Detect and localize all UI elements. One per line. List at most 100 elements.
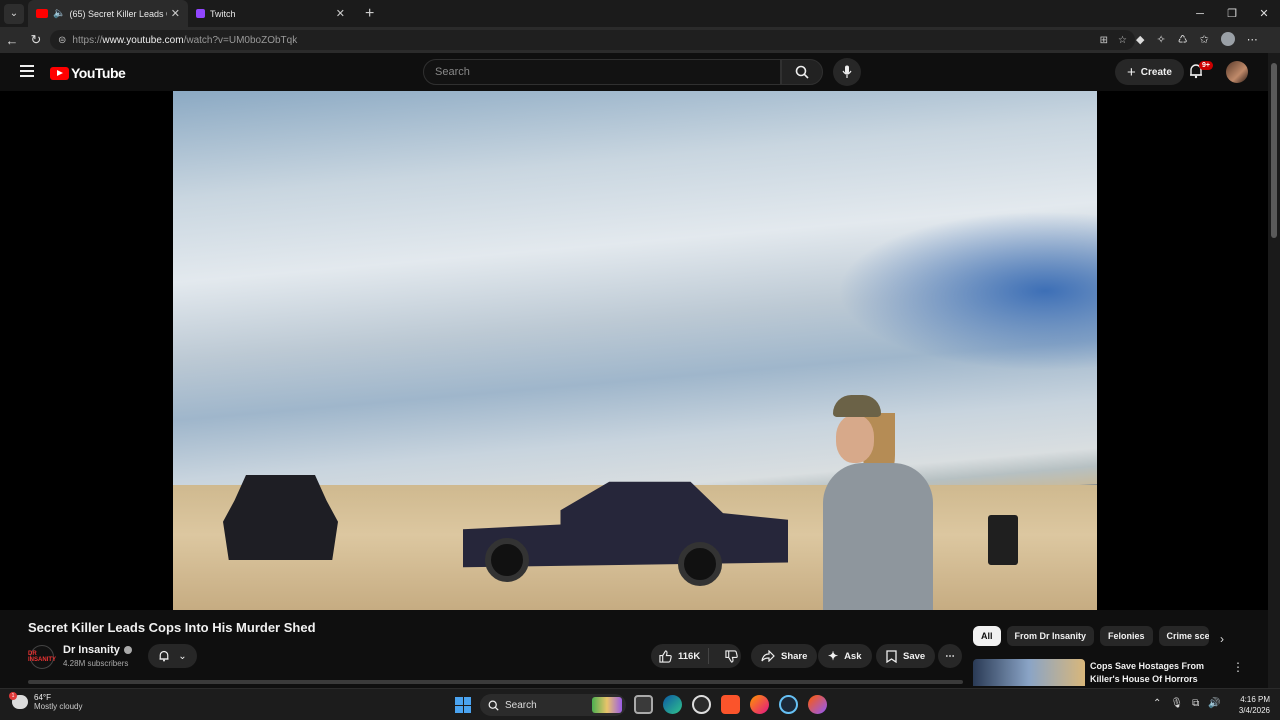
thumbs-up-icon bbox=[659, 649, 672, 663]
edge-icon[interactable] bbox=[663, 695, 682, 714]
tab-youtube[interactable]: 🔈 (65) Secret Killer Leads Cops Into His… bbox=[28, 0, 188, 27]
video-wheel bbox=[485, 538, 529, 582]
browser-essentials-icon[interactable]: ♺ bbox=[1178, 33, 1188, 46]
youtube-logo[interactable]: YouTube bbox=[50, 65, 126, 81]
tab-list-button[interactable]: ⌄ bbox=[4, 3, 24, 24]
search-highlight-icon bbox=[592, 697, 622, 713]
tab-twitch[interactable]: Twitch ✕ bbox=[188, 0, 353, 27]
verified-icon bbox=[123, 646, 132, 654]
new-tab-icon[interactable]: + bbox=[365, 5, 374, 23]
more-menu-icon[interactable]: ⋯ bbox=[1247, 33, 1258, 46]
channel-avatar[interactable]: DR INSANITY bbox=[28, 645, 56, 669]
like-button[interactable]: 116K bbox=[651, 648, 710, 664]
weather-widget[interactable]: 1 64°F Mostly cloudy bbox=[9, 692, 82, 711]
minimize-icon[interactable]: ─ bbox=[1184, 0, 1216, 27]
taskbar-search[interactable]: Search bbox=[480, 694, 626, 716]
chip-felonies[interactable]: Felonies bbox=[1100, 626, 1153, 646]
voice-search-button[interactable] bbox=[833, 58, 861, 86]
video-barrel bbox=[988, 515, 1018, 565]
extension-icon[interactable]: ◆ bbox=[1136, 33, 1144, 46]
url-host: www.youtube.com bbox=[102, 34, 184, 46]
dislike-button[interactable] bbox=[715, 649, 748, 663]
taskbar-apps bbox=[634, 695, 827, 714]
recommended-video-title[interactable]: Cops Save Hostages From Killer's House O… bbox=[1090, 660, 1215, 686]
clock-time: 4:16 PM bbox=[1240, 695, 1270, 704]
description-box-edge bbox=[28, 680, 963, 684]
bookmark-icon bbox=[886, 649, 897, 663]
youtube-masthead: YouTube Search + Create 9+ bbox=[0, 53, 1268, 91]
channel-name[interactable]: Dr Insanity bbox=[63, 644, 120, 656]
more-actions-button[interactable]: ⋯ bbox=[938, 644, 962, 668]
video-sky bbox=[837, 211, 1097, 371]
more-horizontal-icon: ⋯ bbox=[945, 650, 955, 662]
clock-date: 3/4/2026 bbox=[1238, 706, 1270, 715]
speaker-icon[interactable]: 🔈 bbox=[53, 8, 65, 19]
brave-icon[interactable] bbox=[721, 695, 740, 714]
video-person bbox=[823, 395, 938, 610]
ask-button[interactable]: ✦ Ask bbox=[818, 644, 872, 668]
like-dislike-group: 116K bbox=[651, 644, 741, 668]
video-wheel bbox=[678, 542, 722, 586]
favorites-icon[interactable]: ✩ bbox=[1200, 33, 1209, 46]
twitch-favicon-icon bbox=[196, 9, 205, 18]
save-button[interactable]: Save bbox=[876, 644, 936, 668]
share-label: Share bbox=[781, 650, 808, 662]
firefox-icon[interactable] bbox=[750, 695, 769, 714]
page-scrollbar[interactable] bbox=[1268, 53, 1280, 688]
youtube-favicon-icon bbox=[36, 9, 48, 18]
chip-from-channel[interactable]: From Dr Insanity bbox=[1006, 626, 1095, 646]
video-player[interactable] bbox=[0, 91, 1268, 610]
taskbar-search-label: Search bbox=[505, 699, 537, 711]
more-vertical-icon[interactable]: ⋮ bbox=[1232, 660, 1244, 674]
search-input[interactable]: Search bbox=[423, 59, 781, 85]
restore-icon[interactable]: ❐ bbox=[1216, 0, 1248, 27]
taskbar-clock[interactable]: 4:16 PM 3/4/2026 bbox=[1230, 694, 1270, 716]
firefox-dev-icon[interactable] bbox=[808, 695, 827, 714]
profile-icon[interactable] bbox=[1220, 32, 1235, 46]
create-button[interactable]: + Create bbox=[1115, 59, 1184, 85]
url-path: /watch?v=UM0boZObTqk bbox=[183, 34, 298, 46]
subscription-notifications-button[interactable]: ⌄ bbox=[148, 644, 197, 668]
back-icon[interactable]: ← bbox=[0, 33, 24, 48]
share-button[interactable]: Share bbox=[751, 644, 818, 668]
account-avatar[interactable] bbox=[1226, 61, 1248, 83]
extensions-puzzle-icon[interactable]: ✧ bbox=[1156, 33, 1165, 46]
search-button[interactable] bbox=[781, 59, 823, 85]
close-window-icon[interactable]: ✕ bbox=[1248, 0, 1280, 27]
window-controls: ─ ❐ ✕ bbox=[1184, 0, 1280, 27]
menu-icon[interactable] bbox=[20, 65, 34, 80]
network-icon[interactable]: ⧉ bbox=[1192, 698, 1199, 709]
reload-icon[interactable]: ↻ bbox=[24, 32, 48, 48]
channel-name-row[interactable]: Dr Insanity bbox=[63, 644, 132, 656]
chevron-up-icon[interactable]: ⌃ bbox=[1153, 698, 1161, 709]
windows-start-icon[interactable] bbox=[455, 697, 471, 713]
microphone-icon bbox=[842, 65, 852, 78]
chevron-down-icon: ⌄ bbox=[178, 650, 187, 662]
close-tab-icon[interactable]: ✕ bbox=[336, 7, 345, 20]
app-available-icon[interactable]: ⊞ bbox=[1100, 35, 1108, 46]
volume-icon[interactable]: 🔊 bbox=[1208, 698, 1220, 709]
chatgpt-icon[interactable] bbox=[692, 695, 711, 714]
weather-alert-badge: 1 bbox=[9, 692, 17, 700]
url-field[interactable]: ⊜ https://www.youtube.com/watch?v=UM0boZ… bbox=[50, 30, 1135, 50]
recommended-video-thumbnail[interactable] bbox=[973, 659, 1085, 686]
microphone-icon[interactable]: 🎙 bbox=[1170, 698, 1183, 709]
notification-badge: 9+ bbox=[1199, 61, 1213, 70]
task-view-icon[interactable] bbox=[634, 695, 653, 714]
scrollbar-thumb[interactable] bbox=[1271, 63, 1277, 238]
share-icon bbox=[761, 650, 775, 662]
favorite-star-icon[interactable]: ☆ bbox=[1118, 35, 1127, 46]
steam-icon[interactable] bbox=[779, 695, 798, 714]
related-filter-chips: All From Dr Insanity Felonies Crime scen… bbox=[973, 626, 1209, 646]
chevron-right-icon[interactable]: › bbox=[1220, 632, 1224, 646]
cloud-icon: 1 bbox=[9, 692, 28, 709]
video-title: Secret Killer Leads Cops Into His Murder… bbox=[28, 620, 316, 635]
video-frame[interactable] bbox=[173, 91, 1097, 610]
bell-icon bbox=[159, 650, 169, 662]
chip-crime-scene[interactable]: Crime scene bbox=[1158, 626, 1209, 646]
plus-icon: + bbox=[1127, 63, 1136, 81]
like-count: 116K bbox=[678, 650, 701, 662]
close-tab-icon[interactable]: ✕ bbox=[171, 7, 180, 20]
site-info-icon[interactable]: ⊜ bbox=[58, 35, 66, 46]
chip-all[interactable]: All bbox=[973, 626, 1001, 646]
